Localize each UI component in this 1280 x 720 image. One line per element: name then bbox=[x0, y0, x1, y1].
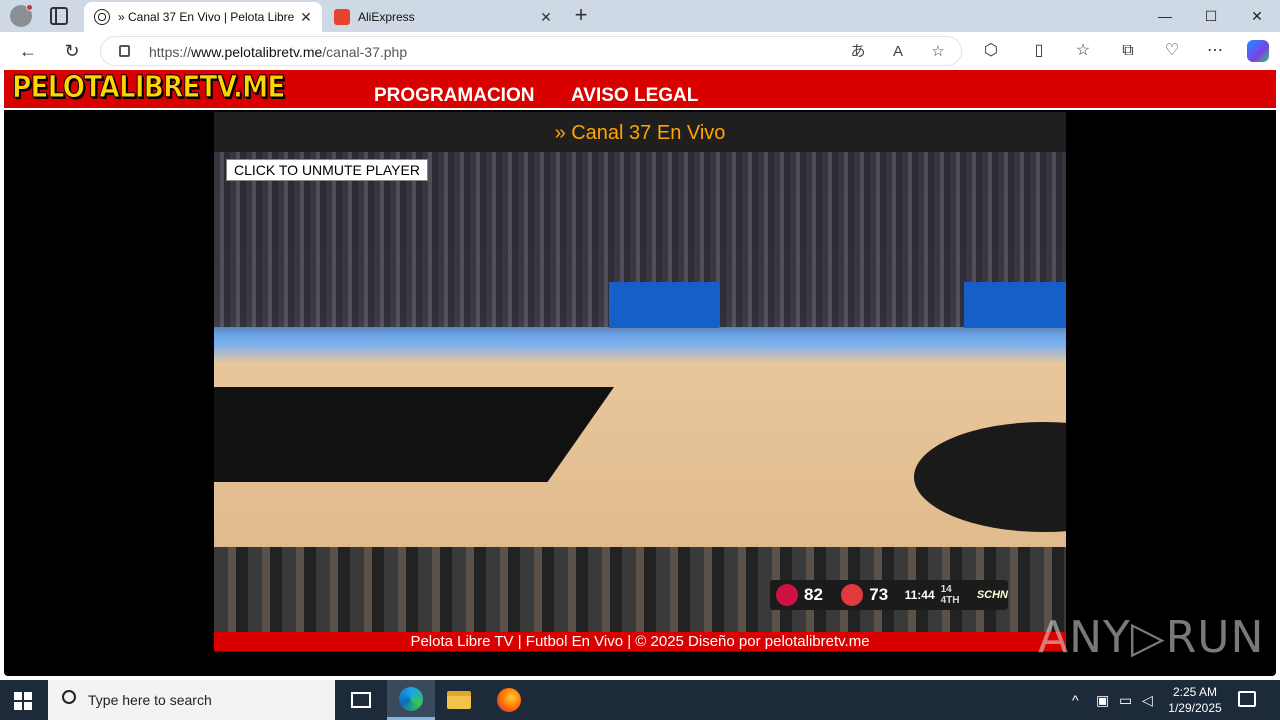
clock-date: 1/29/2025 bbox=[1168, 701, 1222, 715]
windows-taskbar: Type here to search ^ ▣ ▭ ◁ 2:25 AM 1/29… bbox=[0, 680, 1280, 720]
site-header: PELOTALIBRETV.ME PROGRAMACION AVISO LEGA… bbox=[4, 70, 1276, 110]
extensions-icon[interactable]: ⬡ bbox=[981, 41, 1001, 61]
browser-essentials-icon[interactable]: ♡ bbox=[1162, 41, 1182, 61]
site-logo[interactable]: PELOTALIBRETV.ME bbox=[12, 70, 286, 106]
split-screen-icon[interactable]: ▯ bbox=[1029, 41, 1049, 61]
court-banner bbox=[964, 282, 1066, 328]
court-banner bbox=[609, 282, 719, 328]
folder-icon bbox=[447, 691, 471, 709]
minimize-button[interactable]: — bbox=[1142, 0, 1188, 32]
task-view-icon bbox=[351, 692, 371, 708]
game-clock: 11:44 bbox=[904, 588, 935, 602]
url-text: https://www.pelotalibretv.me/canal-37.ph… bbox=[149, 44, 408, 60]
settings-more-icon[interactable]: ⋯ bbox=[1205, 41, 1225, 61]
taskbar-search[interactable]: Type here to search bbox=[48, 680, 335, 720]
tab-actions-icon[interactable] bbox=[50, 7, 68, 25]
unmute-button[interactable]: CLICK TO UNMUTE PLAYER bbox=[226, 159, 428, 181]
rockets-logo-icon bbox=[776, 584, 798, 606]
menu-programacion[interactable]: PROGRAMACION bbox=[374, 85, 534, 107]
maximize-button[interactable]: ☐ bbox=[1188, 0, 1234, 32]
court-paint bbox=[214, 387, 614, 482]
translate-icon[interactable]: あ bbox=[849, 43, 867, 61]
new-tab-button[interactable]: + bbox=[570, 4, 592, 26]
close-window-button[interactable]: ✕ bbox=[1234, 0, 1280, 32]
copilot-icon[interactable] bbox=[1247, 40, 1269, 62]
search-icon bbox=[62, 690, 76, 704]
notification-dot bbox=[26, 4, 33, 11]
channel-title: » Canal 37 En Vivo bbox=[554, 122, 726, 144]
read-aloud-icon[interactable]: A bbox=[889, 43, 907, 61]
collections-icon[interactable]: ⧉ bbox=[1118, 41, 1138, 61]
tab-title: » Canal 37 En Vivo | Pelota Libre TV bbox=[118, 10, 296, 24]
search-placeholder: Type here to search bbox=[88, 692, 212, 708]
network-icon[interactable]: ▭ bbox=[1119, 692, 1132, 709]
notification-center-icon[interactable] bbox=[1238, 691, 1256, 707]
address-bar[interactable]: https://www.pelotalibretv.me/canal-37.ph… bbox=[100, 36, 962, 66]
back-arrow-icon[interactable]: ← bbox=[17, 40, 39, 62]
refresh-icon[interactable]: ↻ bbox=[61, 40, 83, 62]
hawks-logo-icon bbox=[841, 584, 864, 606]
edge-icon bbox=[399, 686, 423, 711]
show-hidden-icons-icon[interactable]: ^ bbox=[1072, 692, 1079, 708]
favorites-icon[interactable]: ☆ bbox=[1073, 41, 1093, 61]
profile-avatar-icon[interactable] bbox=[10, 4, 33, 27]
period: 14 4TH bbox=[940, 584, 960, 606]
tab-close-icon[interactable]: ✕ bbox=[536, 9, 556, 26]
center-court-logo bbox=[914, 422, 1066, 532]
volume-icon[interactable]: ◁ bbox=[1142, 692, 1153, 709]
home-score: 82 bbox=[804, 585, 823, 604]
tab-title: AliExpress bbox=[358, 10, 415, 24]
browser-toolbar: ← ↻ https://www.pelotalibretv.me/canal-3… bbox=[0, 32, 1280, 70]
firefox-icon bbox=[497, 688, 521, 712]
score-bug: 82 73 11:44 14 4TH SCHN bbox=[770, 580, 1008, 610]
soccer-ball-favicon-icon bbox=[94, 9, 110, 25]
menu-aviso-legal[interactable]: AVISO LEGAL bbox=[571, 85, 698, 107]
taskbar-clock[interactable]: 2:25 AM 1/29/2025 bbox=[1165, 684, 1225, 716]
tab-canal-37[interactable]: » Canal 37 En Vivo | Pelota Libre TV ✕ bbox=[84, 2, 322, 32]
network-logo: SCHN bbox=[976, 589, 1008, 601]
clock-time: 2:25 AM bbox=[1172, 685, 1218, 699]
task-view-button[interactable] bbox=[337, 680, 385, 720]
browser-tab-bar: » Canal 37 En Vivo | Pelota Libre TV ✕ A… bbox=[0, 0, 1280, 32]
taskbar-edge[interactable] bbox=[387, 680, 435, 720]
device-icon[interactable]: ▣ bbox=[1096, 692, 1109, 709]
tab-aliexpress[interactable]: AliExpress ✕ bbox=[324, 2, 562, 32]
away-score: 73 bbox=[869, 585, 889, 604]
aliexpress-favicon-icon bbox=[334, 9, 350, 25]
taskbar-file-explorer[interactable] bbox=[435, 680, 483, 720]
site-footer: Pelota Libre TV | Futbol En Vivo | © 202… bbox=[214, 632, 1066, 651]
favorite-star-icon[interactable]: ☆ bbox=[929, 43, 947, 61]
video-player[interactable] bbox=[214, 152, 1066, 632]
taskbar-firefox[interactable] bbox=[485, 680, 533, 720]
tab-close-icon[interactable]: ✕ bbox=[296, 9, 316, 26]
lock-icon bbox=[119, 45, 130, 57]
windows-start-icon[interactable] bbox=[14, 692, 32, 710]
anyrun-watermark: ANY▷RUN bbox=[1038, 612, 1265, 663]
